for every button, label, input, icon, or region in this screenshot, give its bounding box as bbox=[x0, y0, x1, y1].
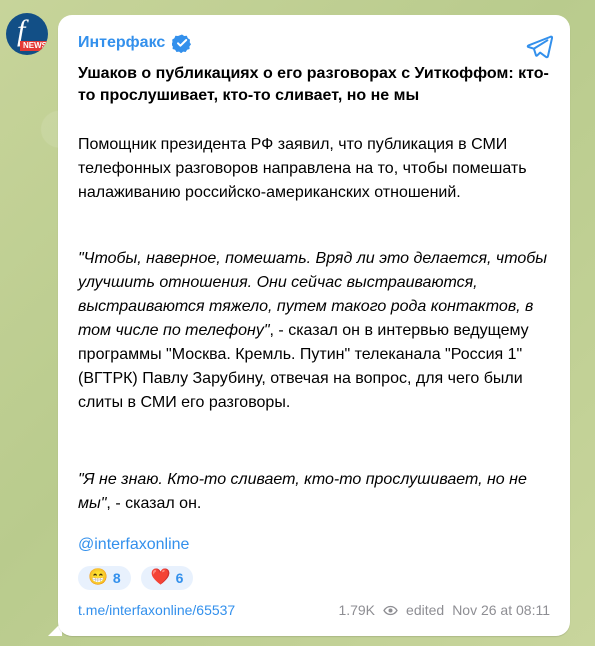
reaction-grin[interactable]: 😁 8 bbox=[78, 566, 131, 590]
channel-avatar[interactable]: f NEWS bbox=[6, 13, 48, 55]
message-meta: 1.79K edited Nov 26 at 08:11 bbox=[338, 602, 550, 618]
post-paragraph-2: "Чтобы, наверное, помешать. Вряд ли это … bbox=[78, 247, 558, 415]
message-footer: t.me/interfaxonline/65537 1.79K edited N… bbox=[78, 601, 550, 619]
edited-label: edited bbox=[406, 602, 445, 618]
reaction-count: 6 bbox=[175, 570, 184, 586]
grin-emoji-icon: 😁 bbox=[88, 569, 108, 586]
channel-header: Интерфакс bbox=[78, 33, 192, 53]
avatar-news-badge: NEWS bbox=[20, 41, 48, 51]
channel-handle-link[interactable]: @interfaxonline bbox=[78, 533, 189, 557]
reaction-count: 8 bbox=[112, 570, 121, 586]
post-headline: Ушаков о публикациях о его разговорах с … bbox=[78, 65, 549, 104]
telegram-share-icon[interactable] bbox=[522, 30, 556, 64]
reaction-heart[interactable]: ❤️ 6 bbox=[140, 566, 194, 590]
channel-name[interactable]: Интерфакс bbox=[78, 33, 165, 53]
post-link[interactable]: t.me/interfaxonline/65537 bbox=[78, 602, 235, 618]
eye-icon bbox=[383, 603, 398, 618]
post-paragraph-3: "Я не знаю. Кто-то сливает, кто-то просл… bbox=[78, 468, 558, 516]
post-paragraph-1: Помощник президента РФ заявил, что публи… bbox=[78, 136, 527, 201]
message-bubble: Интерфакс Ушаков о публикациях о его раз… bbox=[58, 15, 570, 636]
reaction-list: 😁 8 ❤️ 6 bbox=[78, 566, 194, 590]
view-count: 1.79K bbox=[338, 602, 376, 618]
paragraph-3-rest: , - сказал он. bbox=[106, 495, 202, 512]
heart-emoji-icon: ❤️ bbox=[150, 569, 171, 586]
message-date: Nov 26 at 08:11 bbox=[452, 602, 550, 618]
verified-check-icon bbox=[172, 33, 192, 53]
